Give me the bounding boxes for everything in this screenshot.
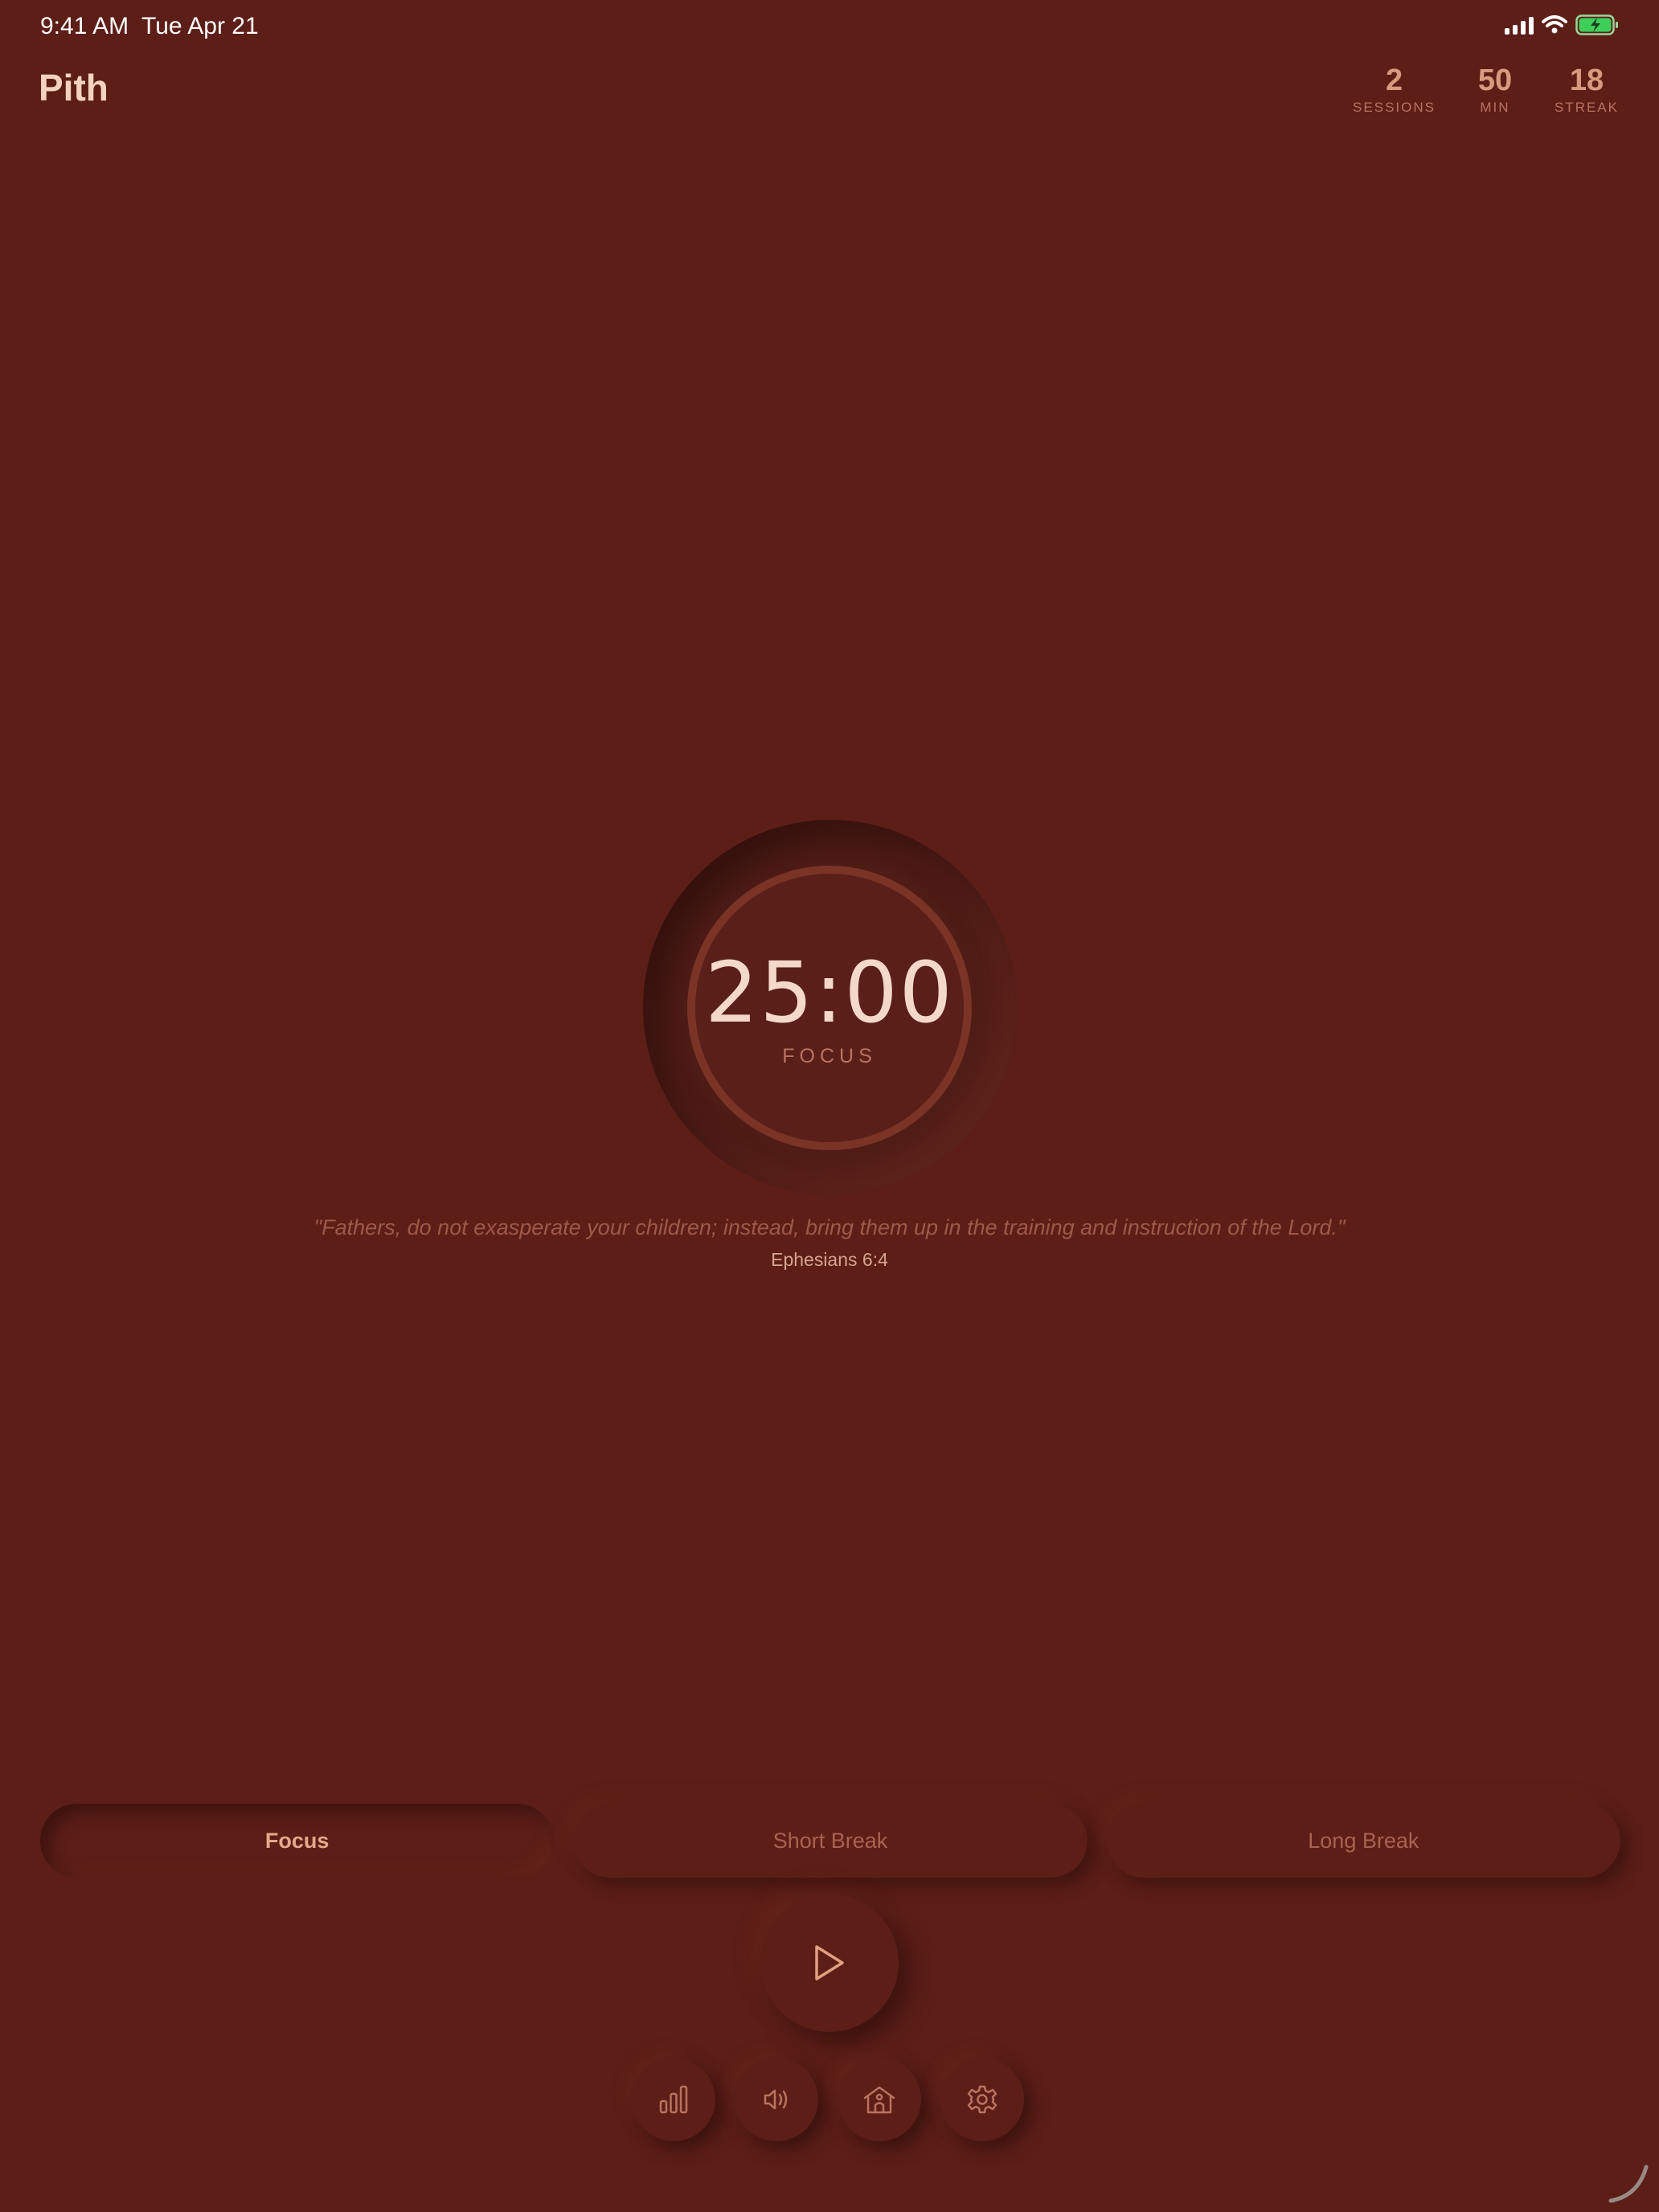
signal-icon bbox=[1505, 15, 1534, 35]
stat-label: MIN bbox=[1480, 100, 1510, 115]
wifi-icon bbox=[1542, 15, 1567, 35]
stat-minutes: 50 MIN bbox=[1463, 64, 1527, 116]
stat-value: 18 bbox=[1569, 63, 1604, 97]
stat-value: 2 bbox=[1385, 63, 1403, 97]
stat-label: STREAK bbox=[1554, 100, 1619, 115]
sound-button[interactable] bbox=[735, 2058, 818, 2141]
status-bar: 9:41 AM Tue Apr 21 bbox=[0, 0, 1659, 51]
stats-icon bbox=[659, 2085, 688, 2114]
bottom-toolbar bbox=[632, 2058, 1024, 2141]
stat-streak: 18 STREAK bbox=[1555, 64, 1619, 116]
timer-mode-label: FOCUS bbox=[782, 1045, 877, 1067]
scripture-quote: "Fathers, do not exasperate your childre… bbox=[313, 1215, 1346, 1239]
mode-tabs: Focus Short Break Long Break bbox=[40, 1804, 1620, 1878]
status-date: Tue Apr 21 bbox=[141, 13, 259, 39]
stats-summary: 2 SESSIONS 50 MIN 18 STREAK bbox=[1353, 64, 1619, 116]
sound-icon bbox=[764, 2089, 788, 2110]
stat-label: SESSIONS bbox=[1353, 100, 1436, 115]
tab-short-break[interactable]: Short Break bbox=[573, 1804, 1088, 1878]
battery-charging-icon bbox=[1575, 14, 1619, 35]
corner-indicator-icon bbox=[1608, 2165, 1649, 2203]
status-time: 9:41 AM bbox=[40, 13, 129, 39]
tab-focus[interactable]: Focus bbox=[40, 1804, 555, 1878]
stat-value: 50 bbox=[1477, 63, 1513, 97]
play-icon bbox=[815, 1945, 844, 1981]
gear-icon bbox=[967, 2085, 997, 2114]
tab-long-break[interactable]: Long Break bbox=[1106, 1804, 1620, 1878]
status-icons bbox=[1505, 14, 1619, 35]
scripture-reference: Ephesians 6:4 bbox=[771, 1249, 888, 1270]
stat-sessions: 2 SESSIONS bbox=[1353, 64, 1436, 116]
church-icon bbox=[863, 2086, 895, 2114]
app-title: Pith bbox=[39, 67, 109, 109]
settings-button[interactable] bbox=[940, 2058, 1024, 2141]
stats-button[interactable] bbox=[632, 2058, 715, 2141]
play-button[interactable] bbox=[760, 1894, 899, 2032]
timer-countdown: 25:00 bbox=[705, 944, 954, 1042]
church-button[interactable] bbox=[838, 2058, 921, 2141]
